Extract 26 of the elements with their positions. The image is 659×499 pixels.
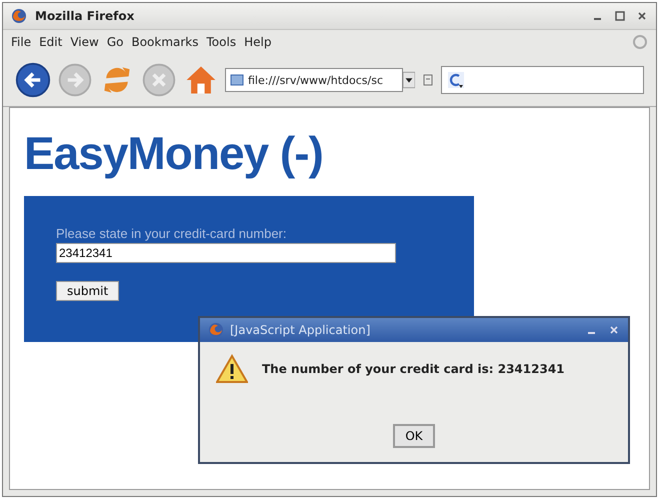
form-label: Please state in your credit-card number: [56, 226, 286, 241]
menu-item[interactable]: Help [244, 35, 272, 49]
browser-logo-icon [11, 8, 27, 24]
submit-button[interactable]: submit [56, 281, 120, 301]
window-title: Mozilla Firefox [35, 9, 134, 23]
card-number-field[interactable]: 23412341 [56, 243, 396, 263]
menu-item[interactable]: Go [106, 35, 124, 49]
dropdown-icon[interactable] [403, 71, 415, 89]
menu-item[interactable]: Bookmarks [131, 35, 199, 49]
search-field[interactable] [441, 66, 644, 94]
menu-item[interactable]: View [70, 35, 99, 49]
warning-icon [216, 354, 248, 384]
alert-message: The number of your credit card is: 23412341 [262, 362, 565, 376]
site-heading: EasyMoney (-) [24, 126, 324, 181]
menu-item[interactable]: Edit [39, 35, 62, 49]
dialog-title: [JavaScript Application] [230, 323, 370, 337]
address-field[interactable]: file:///srv/www/htdocs/sc [225, 68, 403, 92]
menu-item[interactable]: Tools [206, 35, 236, 49]
close-icon[interactable] [608, 324, 620, 336]
menu-item[interactable]: File [11, 35, 32, 49]
ok-button[interactable]: OK [393, 424, 435, 448]
page-icon [230, 73, 244, 87]
close-icon[interactable] [636, 10, 648, 22]
maximize-icon[interactable] [614, 10, 626, 22]
browser-logo-icon [208, 322, 224, 338]
search-engine-icon[interactable] [448, 72, 464, 88]
